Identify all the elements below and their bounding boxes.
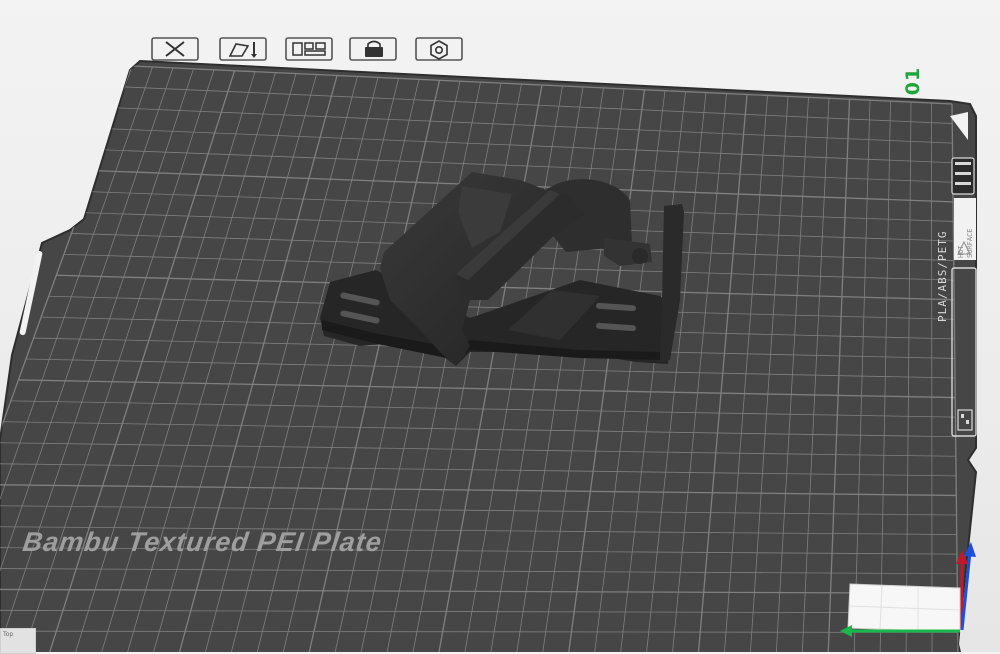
hot-label: HOT (957, 245, 965, 258)
view-cube[interactable] (847, 583, 961, 633)
plate-name-label: Bambu Textured PEI Plate (20, 527, 385, 557)
hot-surface-warning: HOT SURFACE (957, 208, 983, 258)
plate-number: 01 (902, 66, 924, 96)
plate-toolbar (150, 36, 470, 72)
lock-plate-button[interactable] (348, 36, 398, 64)
arrange-button[interactable] (284, 36, 334, 64)
close-icon (151, 37, 199, 61)
view-top-label: Top (3, 631, 14, 638)
orient-icon (219, 37, 267, 61)
lock-icon (349, 37, 397, 61)
auto-orient-button[interactable] (218, 36, 268, 64)
view-top-button[interactable]: Top (0, 628, 36, 654)
plate-materials-label: PLA/ABS/PETG (936, 230, 949, 322)
surface-label: SURFACE (966, 228, 974, 258)
arrange-icon (285, 37, 333, 61)
plate-settings-button[interactable] (414, 36, 464, 64)
remove-plate-button[interactable] (150, 36, 200, 64)
gear-icon (415, 37, 463, 61)
